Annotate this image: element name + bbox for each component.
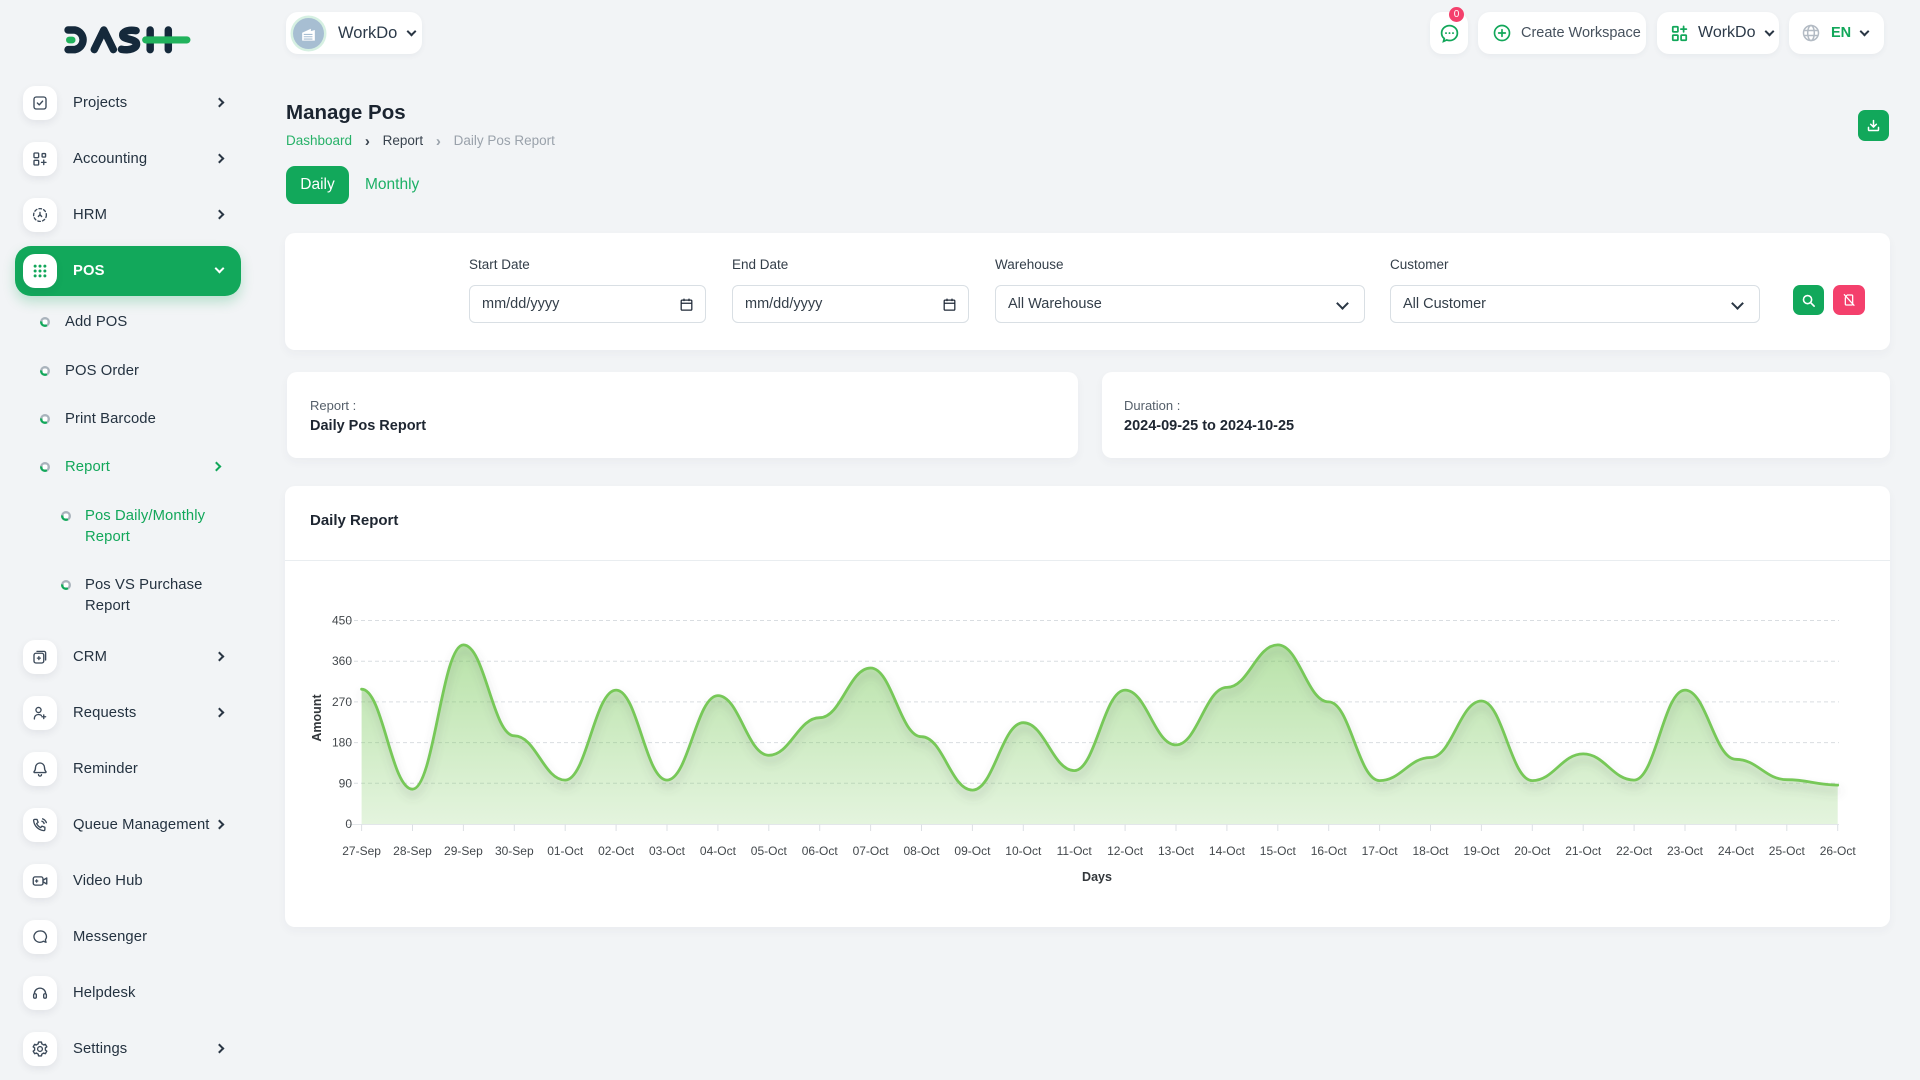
svg-text:13-Oct: 13-Oct (1158, 844, 1195, 858)
svg-text:30-Sep: 30-Sep (495, 844, 534, 858)
svg-text:27-Sep: 27-Sep (342, 844, 381, 858)
svg-text:08-Oct: 08-Oct (903, 844, 940, 858)
svg-text:21-Oct: 21-Oct (1565, 844, 1602, 858)
svg-text:25-Oct: 25-Oct (1769, 844, 1806, 858)
svg-text:28-Sep: 28-Sep (393, 844, 432, 858)
svg-text:07-Oct: 07-Oct (853, 844, 890, 858)
svg-text:14-Oct: 14-Oct (1209, 844, 1246, 858)
svg-text:01-Oct: 01-Oct (547, 844, 584, 858)
svg-text:05-Oct: 05-Oct (751, 844, 788, 858)
svg-text:11-Oct: 11-Oct (1057, 844, 1093, 858)
svg-text:15-Oct: 15-Oct (1260, 844, 1297, 858)
svg-text:90: 90 (339, 776, 353, 790)
svg-text:360: 360 (332, 654, 352, 668)
svg-text:18-Oct: 18-Oct (1412, 844, 1449, 858)
svg-text:20-Oct: 20-Oct (1514, 844, 1551, 858)
svg-text:0: 0 (345, 817, 352, 831)
svg-text:24-Oct: 24-Oct (1718, 844, 1755, 858)
svg-text:12-Oct: 12-Oct (1107, 844, 1144, 858)
svg-text:10-Oct: 10-Oct (1005, 844, 1042, 858)
svg-text:16-Oct: 16-Oct (1311, 844, 1348, 858)
svg-text:Days: Days (1082, 870, 1112, 884)
svg-text:Amount: Amount (310, 694, 324, 742)
svg-text:22-Oct: 22-Oct (1616, 844, 1653, 858)
svg-text:29-Sep: 29-Sep (444, 844, 483, 858)
svg-text:180: 180 (332, 736, 352, 750)
svg-text:270: 270 (332, 695, 352, 709)
svg-text:26-Oct: 26-Oct (1820, 844, 1857, 858)
svg-text:23-Oct: 23-Oct (1667, 844, 1704, 858)
svg-text:06-Oct: 06-Oct (802, 844, 839, 858)
svg-text:17-Oct: 17-Oct (1362, 844, 1399, 858)
svg-text:19-Oct: 19-Oct (1463, 844, 1500, 858)
svg-text:02-Oct: 02-Oct (598, 844, 635, 858)
svg-text:03-Oct: 03-Oct (649, 844, 686, 858)
svg-text:09-Oct: 09-Oct (954, 844, 991, 858)
svg-text:450: 450 (332, 614, 352, 628)
svg-text:04-Oct: 04-Oct (700, 844, 737, 858)
